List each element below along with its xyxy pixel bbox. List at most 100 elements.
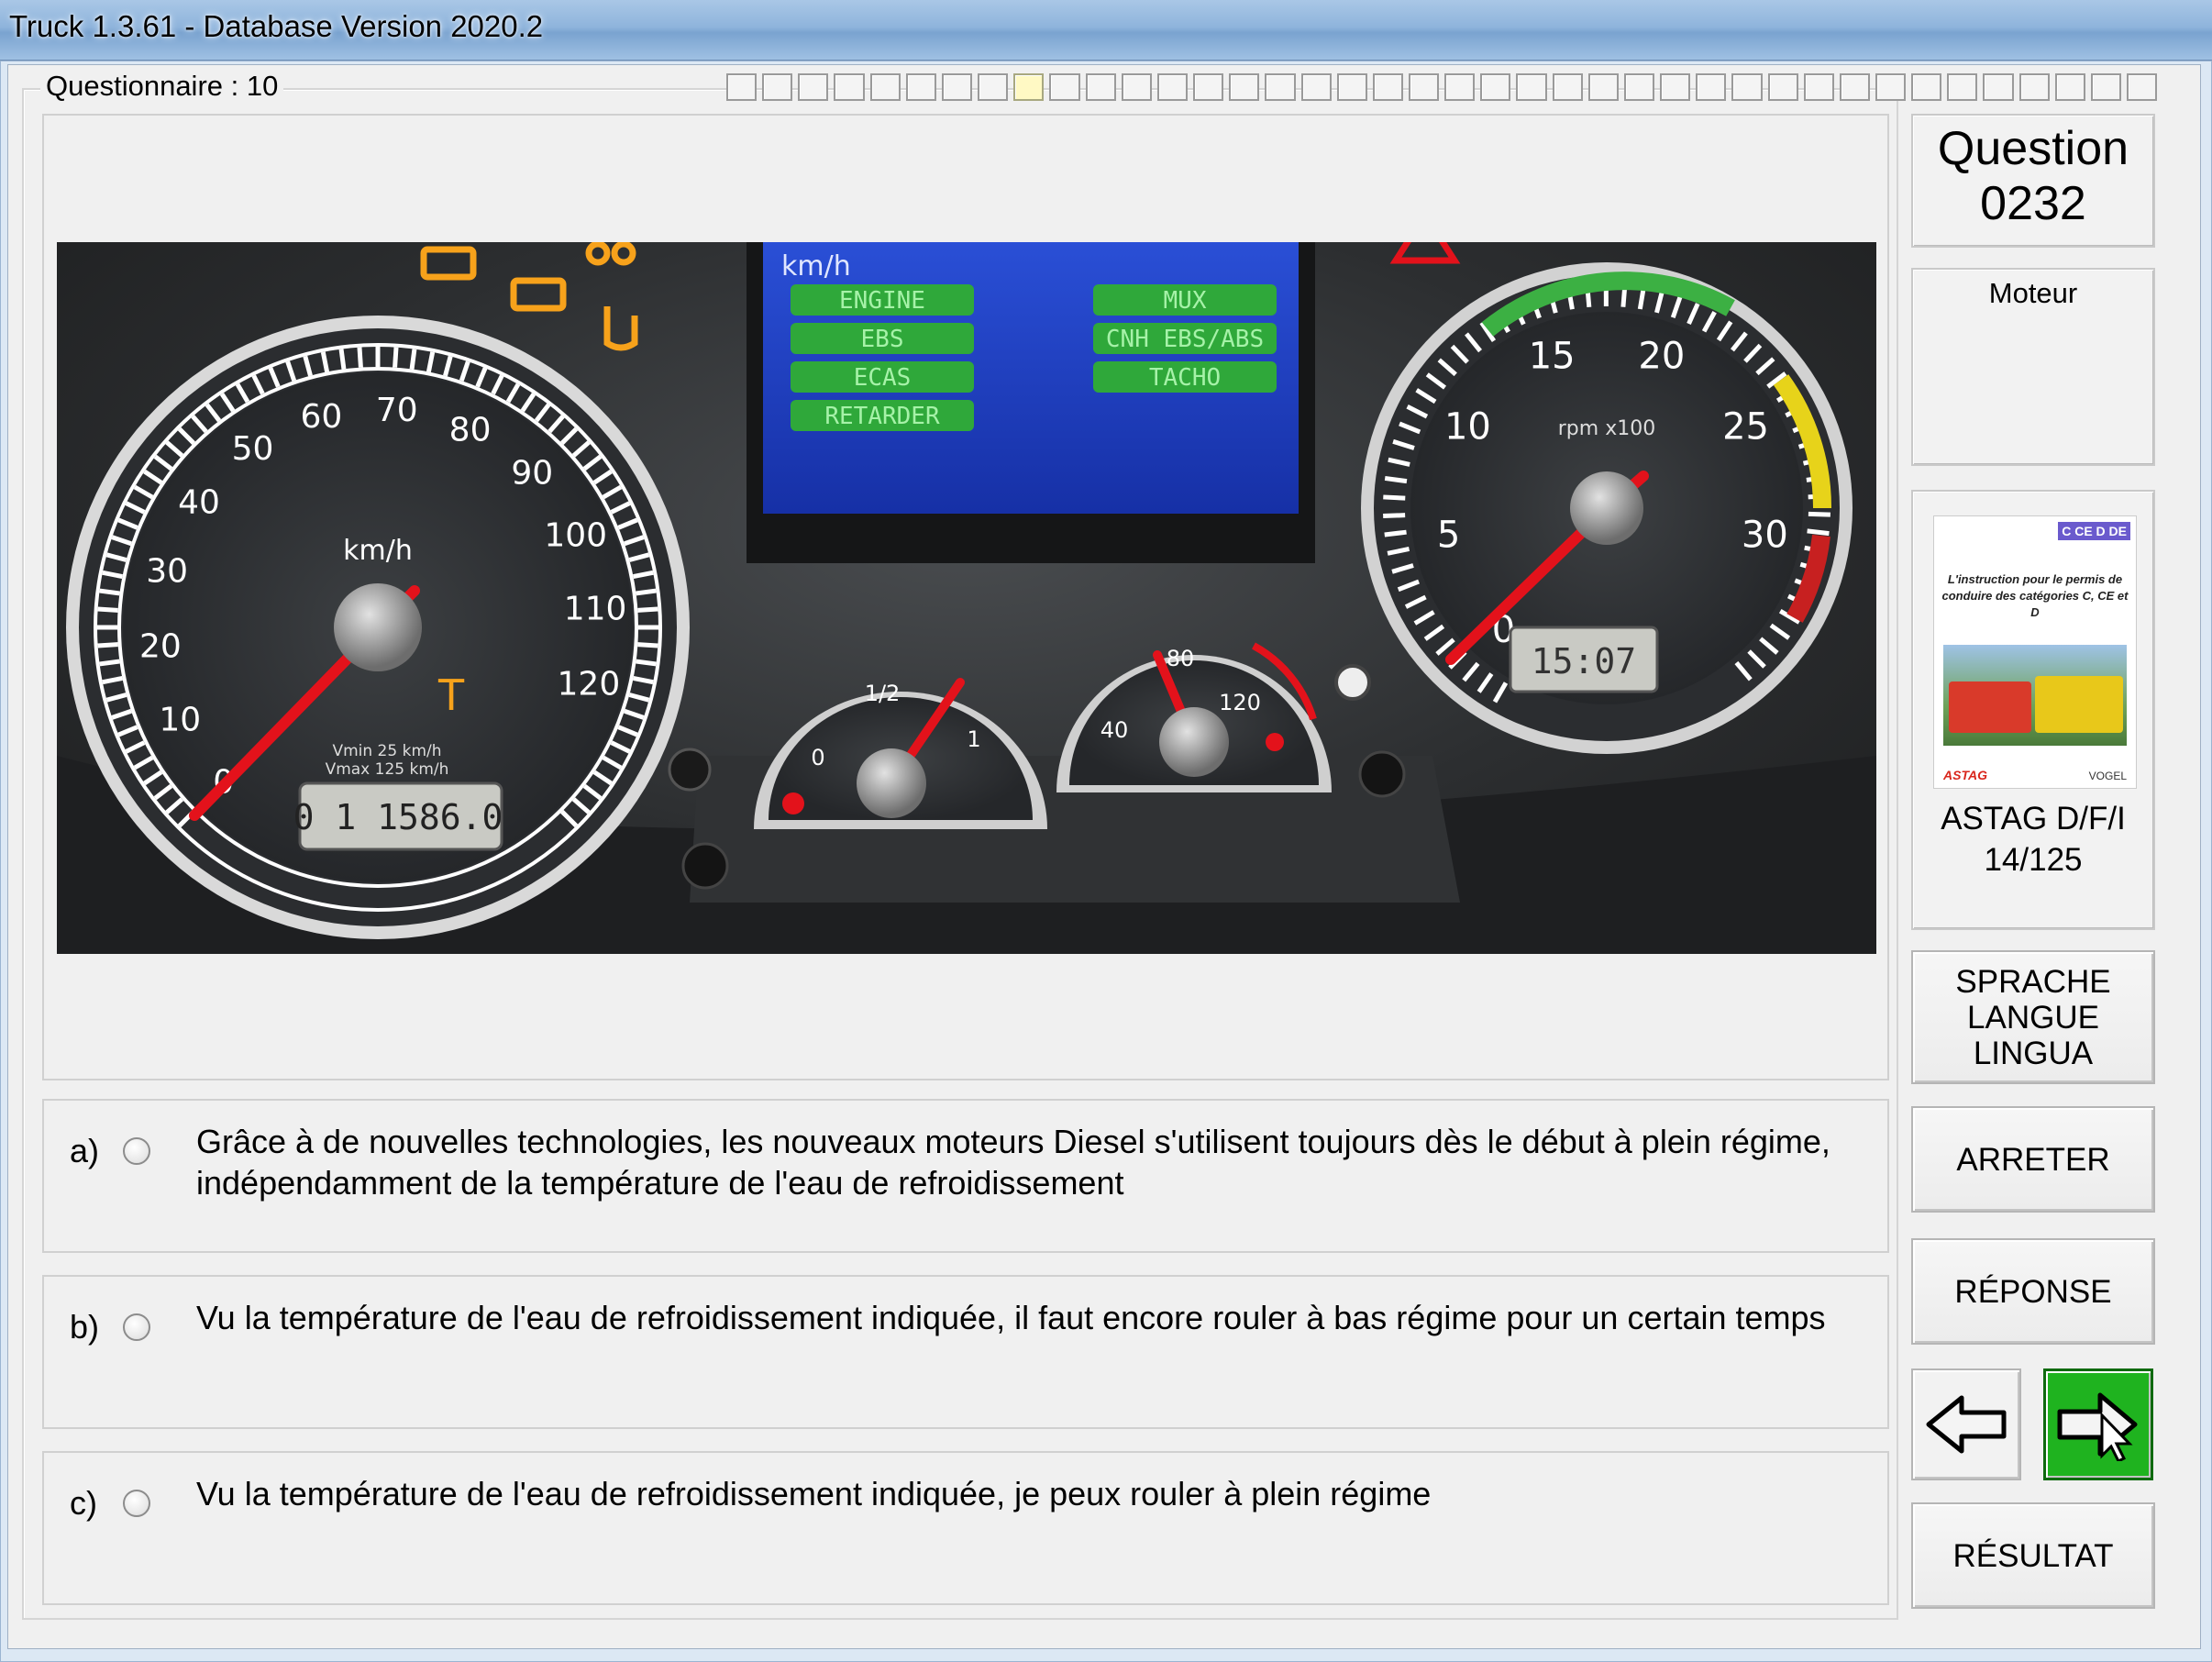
answer-text: Grâce à de nouvelles technologies, les n… (196, 1123, 1830, 1202)
answer-c[interactable]: c) Vu la température de l'eau de refroid… (42, 1451, 1889, 1605)
dial-tick (637, 642, 658, 648)
progress-segment (1336, 73, 1367, 101)
progress-segment (1085, 73, 1116, 101)
svg-text:120: 120 (1219, 690, 1261, 715)
answer-b[interactable]: b) Vu la température de l'eau de refroid… (42, 1275, 1889, 1429)
progress-segment (2054, 73, 2085, 101)
question-category: Moteur (1988, 277, 2078, 309)
screen-status-label: RETARDER (824, 403, 940, 430)
previous-button[interactable] (1911, 1368, 2021, 1480)
dial-label: 30 (1742, 514, 1788, 556)
book-caption: ASTAG D/F/I 14/125 (1941, 801, 2126, 878)
answer-c-radio[interactable] (123, 1490, 150, 1517)
dial-tick (636, 588, 657, 596)
svg-text:80: 80 (1167, 646, 1195, 671)
progress-segment (1265, 73, 1296, 101)
answer-a-radio[interactable] (123, 1137, 150, 1165)
progress-segment (978, 73, 1009, 101)
progress-segment (1013, 73, 1045, 101)
progress-segment (1156, 73, 1189, 101)
answer-b-radio[interactable] (123, 1313, 150, 1341)
progress-segment (905, 73, 936, 101)
dial-label: 20 (1638, 336, 1685, 378)
progress-segment (1193, 73, 1224, 101)
svg-text:1: 1 (967, 726, 980, 752)
screen-status-label: ENGINE (839, 287, 925, 315)
book-badge: C CE D DE (2058, 522, 2130, 540)
progress-segment (798, 73, 829, 101)
progress-segment (1839, 73, 1870, 101)
screen-status-label: CNH EBS/ABS (1106, 326, 1264, 353)
progress-segment (1983, 73, 2014, 101)
dial-tick (357, 347, 363, 368)
speedo-unit: km/h (343, 535, 413, 567)
progress-segment (2090, 73, 2122, 101)
progress-segment (1444, 73, 1476, 101)
dial-label: 10 (159, 702, 201, 739)
stop-button[interactable]: ARRETER (1911, 1106, 2155, 1213)
arrow-left-icon (1926, 1395, 2007, 1454)
progress-segment (1875, 73, 1907, 101)
arrow-right-icon (2057, 1392, 2138, 1461)
dial-label: 90 (511, 455, 553, 493)
speedometer: 0102030405060708090100110120 km/h T Vmin… (66, 316, 690, 939)
dial-tick (1384, 475, 1408, 484)
language-button[interactable]: SPRACHE LANGUE LINGUA (1911, 950, 2155, 1084)
clock: 15:07 (1532, 641, 1636, 681)
dashboard-illustration: 0102030405060708090100110120 km/h T Vmin… (57, 242, 1876, 954)
questionnaire-label: Questionnaire : 10 (40, 70, 284, 103)
dial-label: 40 (178, 483, 220, 521)
dial-label: 15 (1529, 336, 1576, 378)
category-box: Moteur (1911, 268, 2155, 466)
dial-label: 80 (449, 411, 492, 449)
dial-label: 30 (146, 552, 188, 590)
dial-label: 110 (564, 590, 627, 627)
progress-segment (1696, 73, 1727, 101)
answer-letter: a) (70, 1132, 100, 1169)
progress-segment (1480, 73, 1511, 101)
question-progress (726, 73, 2158, 101)
temperature-gauge: 40 80 120 (1056, 642, 1332, 792)
dial-label: 10 (1444, 406, 1491, 449)
dial-tick (393, 347, 399, 368)
book-publisher-right: VOGEL (2088, 770, 2127, 782)
next-button[interactable] (2043, 1368, 2153, 1480)
tachometer: 051015 202530 rpm x100 15:07 (1361, 242, 1853, 754)
progress-segment (1121, 73, 1152, 101)
progress-segment (1623, 73, 1655, 101)
svg-text:Vmax 125 km/h: Vmax 125 km/h (326, 760, 449, 779)
odometer: 0 1 1586.0 (293, 797, 503, 837)
dial-tick (409, 349, 417, 370)
dial-label: 20 (139, 628, 182, 666)
progress-segment (1767, 73, 1798, 101)
progress-segment (1803, 73, 1834, 101)
progress-segment (1731, 73, 1763, 101)
svg-text:Vmin 25 km/h: Vmin 25 km/h (332, 742, 441, 760)
progress-segment (1911, 73, 1942, 101)
svg-text:0: 0 (811, 745, 824, 770)
answer-text: Vu la température de l'eau de refroidiss… (196, 1299, 1826, 1336)
progress-segment (1372, 73, 1403, 101)
book-cover-text: L'instruction pour le permis de conduire… (1941, 572, 2129, 619)
answer-a[interactable]: a) Grâce à de nouvelles technologies, le… (42, 1099, 1889, 1253)
progress-segment (834, 73, 865, 101)
result-button[interactable]: RÉSULTAT (1911, 1502, 2155, 1609)
answer-button[interactable]: RÉPONSE (1911, 1238, 2155, 1345)
svg-text:km/h: km/h (781, 250, 851, 283)
progress-segment (1049, 73, 1080, 101)
progress-segment (1660, 73, 1691, 101)
screen-status-label: EBS (861, 326, 904, 353)
book-photo (1943, 645, 2127, 746)
dial-tick (97, 642, 118, 648)
t-symbol: T (437, 670, 465, 720)
answer-letter: b) (70, 1308, 100, 1346)
dial-tick (99, 588, 120, 596)
book-publisher-left: ASTAG (1943, 768, 1987, 782)
book-cover: C CE D DE L'instruction pour le permis d… (1933, 515, 2137, 789)
dashboard-image: 0102030405060708090100110120 km/h T Vmin… (57, 242, 1876, 954)
svg-text:1/2: 1/2 (865, 681, 901, 706)
progress-segment (726, 73, 758, 101)
screen-status-label: ECAS (854, 364, 912, 392)
fuel-gauge: 0 1/2 1 (754, 678, 1047, 829)
screen-status-label: MUX (1164, 287, 1207, 315)
